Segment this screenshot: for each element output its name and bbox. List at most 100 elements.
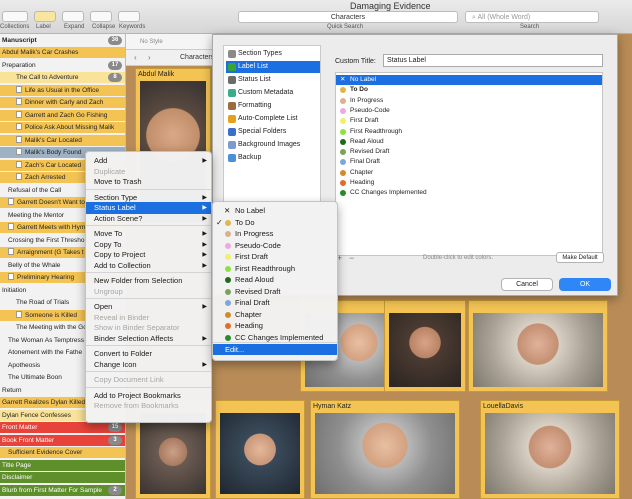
binder-row[interactable]: Malik's Car Located xyxy=(0,134,125,146)
make-default-button[interactable]: Make Default xyxy=(556,252,604,263)
status-submenu-item[interactable]: First Readthrough xyxy=(213,263,337,274)
context-menu-label: Open xyxy=(94,302,113,311)
status-label-item[interactable]: CC Changes Implemented xyxy=(336,188,602,198)
settings-nav-item[interactable]: Special Folders xyxy=(226,126,320,138)
settings-nav-item[interactable]: Backup xyxy=(226,152,320,164)
checkmark-icon: ✓ xyxy=(216,217,223,227)
status-label-name: Revised Draft xyxy=(350,148,390,156)
status-submenu-item[interactable]: ✕ No Label xyxy=(213,205,337,216)
toolbar-label-label: Label xyxy=(36,24,51,30)
status-submenu-item[interactable]: Edit... xyxy=(213,344,337,356)
settings-nav-item[interactable]: Formatting xyxy=(226,100,320,112)
status-submenu-item[interactable]: Heading xyxy=(213,320,337,331)
status-submenu-item[interactable]: Read Aloud xyxy=(213,274,337,285)
status-color-dot xyxy=(225,288,231,295)
binder-row[interactable]: Life as Usual in the Office xyxy=(0,84,125,96)
status-label-item[interactable]: Chapter xyxy=(336,168,602,178)
cancel-button[interactable]: Cancel xyxy=(501,278,553,291)
label-button[interactable] xyxy=(34,11,56,22)
binder-row[interactable]: Police Ask About Missing Malik xyxy=(0,122,125,133)
context-menu-item[interactable]: Change Icon ▶ xyxy=(86,359,211,371)
status-label-item[interactable]: First Draft xyxy=(336,116,602,126)
status-submenu-item[interactable]: Final Draft xyxy=(213,297,337,308)
binder-row-label: Blurb from First Matter For Sample xyxy=(2,486,103,494)
custom-title-input[interactable]: Status Label xyxy=(383,54,603,67)
status-submenu-label: First Draft xyxy=(235,252,268,261)
settings-nav-icon xyxy=(228,141,236,149)
character-card[interactable]: LouellaDavis xyxy=(480,400,620,499)
status-submenu-item[interactable]: In Progress xyxy=(213,228,337,239)
binder-row-label: Preliminary Hearing xyxy=(17,274,75,281)
status-color-dot xyxy=(225,219,231,226)
status-label-name: Read Aloud xyxy=(350,137,384,145)
ok-button[interactable]: OK xyxy=(559,278,611,291)
status-label-item[interactable]: Revised Draft xyxy=(336,147,602,157)
keywords-button[interactable] xyxy=(118,11,140,22)
context-menu-item[interactable]: Binder Selection Affects ▶ xyxy=(86,333,211,345)
character-card[interactable] xyxy=(468,300,608,392)
breadcrumb[interactable]: Characters xyxy=(180,54,214,61)
context-menu-label: New Folder from Selection xyxy=(94,276,183,285)
document-icon xyxy=(8,198,14,205)
settings-nav-icon xyxy=(228,76,236,84)
binder-row[interactable]: Title Page xyxy=(0,459,125,471)
binder-row-label: The Woman As Temptress xyxy=(8,336,84,344)
context-menu-item[interactable]: Move to Trash xyxy=(86,176,211,188)
status-label-item[interactable]: Final Draft xyxy=(336,157,602,167)
binder-row[interactable]: Garrett and Zach Go Fishing xyxy=(0,109,125,121)
binder-row[interactable]: Book Front Matter 3 xyxy=(0,434,125,446)
context-menu-item[interactable]: Action Scene? ▶ xyxy=(86,213,211,225)
status-color-dot xyxy=(225,265,231,272)
status-label-item[interactable]: ✕ No Label xyxy=(336,75,602,85)
card-title: LouellaDavis xyxy=(483,403,524,410)
status-color-dot xyxy=(340,180,346,186)
forward-arrow-icon[interactable]: › xyxy=(148,53,151,62)
binder-row[interactable]: Dinner with Carly and Zach xyxy=(0,97,125,108)
status-submenu-item[interactable]: Revised Draft xyxy=(213,286,337,297)
binder-row[interactable]: Sufficient Evidence Cover xyxy=(0,447,125,458)
status-submenu-item[interactable]: Pseudo-Code xyxy=(213,240,337,251)
binder-row[interactable]: The Call to Adventure 8 xyxy=(0,72,125,83)
character-card[interactable] xyxy=(384,300,466,392)
expand-button[interactable] xyxy=(62,11,84,22)
settings-nav-item[interactable]: Status List xyxy=(226,74,320,86)
context-menu-item[interactable]: Add to Collection ▶ xyxy=(86,260,211,272)
status-submenu-item[interactable]: First Draft xyxy=(213,251,337,262)
binder-row[interactable]: Preparation 17 xyxy=(0,60,125,71)
status-label-item[interactable]: In Progress xyxy=(336,96,602,106)
binder-header[interactable]: Manuscript 36 xyxy=(0,35,125,46)
settings-nav-item[interactable]: Auto-Complete List xyxy=(226,113,320,125)
status-color-dot xyxy=(340,128,346,135)
binder-row[interactable]: Front Matter 15 xyxy=(0,422,125,433)
binder-row[interactable]: Abdul Malik's Car Crashes xyxy=(0,47,125,58)
character-card[interactable] xyxy=(215,400,305,499)
settings-nav-item[interactable]: Custom Metadata xyxy=(226,87,320,99)
status-label-item[interactable]: Read Aloud xyxy=(336,137,602,147)
binder-row-label: Arraignment (G Takes t xyxy=(17,249,84,256)
status-label-item[interactable]: Heading xyxy=(336,178,602,188)
status-submenu-label: Pseudo-Code xyxy=(235,240,281,250)
style-selector[interactable]: No Style xyxy=(126,34,226,50)
status-label-item[interactable]: To Do xyxy=(336,85,602,95)
search-field[interactable]: ⌕ All (Whole Word) xyxy=(465,11,599,23)
binder-row[interactable]: Disclaimer xyxy=(0,472,125,483)
quick-search-field[interactable]: Characters xyxy=(238,11,458,23)
settings-nav-item[interactable]: Section Types xyxy=(226,48,320,60)
status-color-dot xyxy=(340,159,346,166)
status-label-list[interactable]: ✕ No Label To Do In Progress Pseudo-Code Firs… xyxy=(335,72,603,256)
status-submenu-item[interactable]: ✓ To Do xyxy=(213,217,337,228)
binder-row-label: Garrett Meets with Hym xyxy=(17,224,86,231)
collapse-button[interactable] xyxy=(90,11,112,22)
binder-row[interactable]: Blurb from First Matter For Sample 2 xyxy=(0,484,125,496)
remove-label-button[interactable]: − xyxy=(349,253,354,263)
status-label-item[interactable]: First Readthrough xyxy=(336,127,602,137)
document-icon xyxy=(16,85,22,93)
settings-nav-item[interactable]: Label List xyxy=(226,61,320,73)
status-label-item[interactable]: Pseudo-Code xyxy=(336,106,602,116)
back-arrow-icon[interactable]: ‹ xyxy=(134,53,137,62)
collections-button[interactable] xyxy=(2,11,28,22)
settings-nav-icon xyxy=(228,115,236,123)
status-submenu-item[interactable]: Chapter xyxy=(213,309,337,320)
settings-nav-item[interactable]: Background Images xyxy=(226,139,320,151)
character-card[interactable]: Hyman Katz xyxy=(310,400,460,499)
